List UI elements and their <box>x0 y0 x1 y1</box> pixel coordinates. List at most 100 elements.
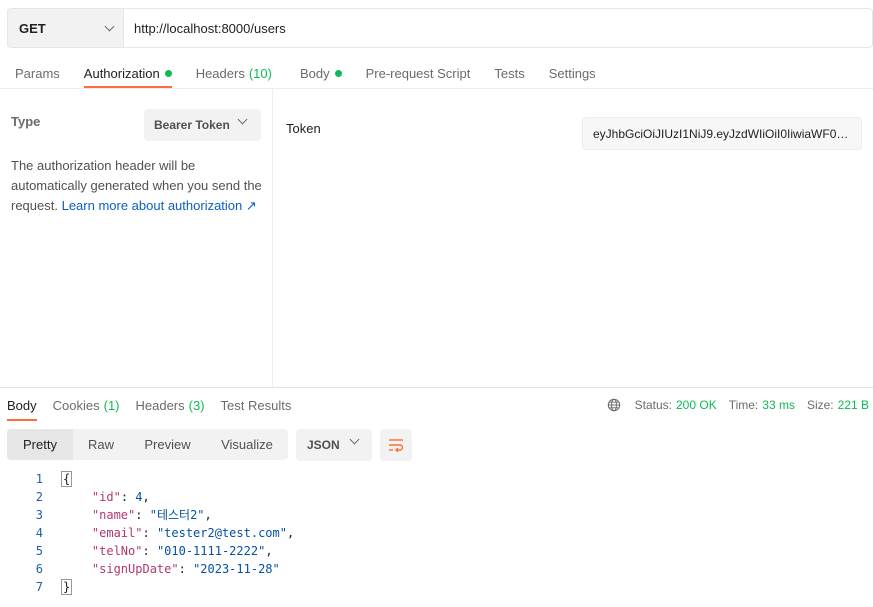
json-punctuation: : <box>135 508 150 522</box>
code-text: "telNo": "010-1111-2222", <box>63 542 273 560</box>
tab-settings[interactable]: Settings <box>549 58 596 88</box>
json-punctuation: } <box>61 579 73 595</box>
json-punctuation <box>63 562 92 576</box>
view-pretty-button[interactable]: Pretty <box>7 429 73 460</box>
url-input[interactable]: http://localhost:8000/users <box>124 9 286 47</box>
token-label: Token <box>286 121 321 136</box>
tab-label: Authorization <box>83 65 160 81</box>
view-visualize-button[interactable]: Visualize <box>206 429 288 460</box>
tab-label: Settings <box>548 65 596 81</box>
json-string: "010-1111-2222" <box>156 544 266 558</box>
json-punctuation <box>63 544 92 558</box>
tab-label: Params <box>15 65 60 81</box>
code-text: "email": "tester2@test.com", <box>63 524 294 542</box>
tab-label: Headers <box>195 65 245 81</box>
tab-label: Tests <box>494 65 525 81</box>
token-input[interactable]: eyJhbGciOiJIUzI1NiJ9.eyJzdWIiOiI0IiwiaWF… <box>582 117 862 150</box>
code-text: } <box>61 578 73 596</box>
tab-pre-request-script[interactable]: Pre-request Script <box>366 58 471 88</box>
line-number: 6 <box>35 562 43 576</box>
wrap-lines-icon <box>389 439 404 452</box>
code-line: 1{ <box>0 470 873 488</box>
json-punctuation: : <box>142 526 157 540</box>
response-tab-body[interactable]: Body <box>7 392 37 421</box>
tab-params[interactable]: Params <box>15 58 60 88</box>
auth-token-pane: Token eyJhbGciOiJIUzI1NiJ9.eyJzdWIiOiI0I… <box>274 89 873 387</box>
json-punctuation: : <box>178 562 194 576</box>
tab-count: (1) <box>103 398 120 413</box>
chevron-down-icon <box>237 114 248 125</box>
response-tab-test-results[interactable]: Test Results <box>221 392 292 419</box>
response-tabs: Body Cookies (1) Headers (3) Test Result… <box>0 392 291 421</box>
response-status-bar: Status: 200 OK Time: 33 ms Size: 221 B <box>607 396 869 414</box>
url-bar: GET http://localhost:8000/users <box>7 8 873 48</box>
json-string: "tester2@test.com" <box>156 526 287 540</box>
tab-count: (10) <box>248 65 272 81</box>
line-number: 7 <box>35 580 43 594</box>
code-text: "name": "테스터2", <box>63 506 212 524</box>
json-punctuation: , <box>204 508 212 522</box>
code-line: 3 "name": "테스터2", <box>0 506 873 524</box>
time-value[interactable]: 33 ms <box>762 398 795 412</box>
code-text: "id": 4, <box>63 488 150 506</box>
json-punctuation <box>63 490 92 504</box>
globe-icon[interactable] <box>607 398 621 412</box>
view-mode-group: Pretty Raw Preview Visualize <box>7 429 288 460</box>
json-key: "signUpDate" <box>91 562 179 576</box>
json-key: "name" <box>91 508 136 522</box>
status-dot-icon <box>164 69 172 77</box>
tab-authorization[interactable]: Authorization <box>83 58 172 88</box>
json-key: "id" <box>91 490 121 504</box>
line-number: 3 <box>35 508 43 522</box>
auth-type-select[interactable]: Bearer Token <box>144 109 261 141</box>
code-text: "signUpDate": "2023-11-28" <box>63 560 280 578</box>
tab-label: Headers <box>135 398 185 413</box>
wrap-lines-button[interactable] <box>380 429 412 461</box>
json-string: "2023-11-28" <box>193 562 280 576</box>
format-select[interactable]: JSON <box>296 429 372 461</box>
size-value[interactable]: 221 B <box>838 398 869 412</box>
view-raw-button[interactable]: Raw <box>73 429 129 460</box>
code-text: { <box>61 470 73 488</box>
chevron-down-icon <box>104 21 115 31</box>
response-divider <box>0 387 873 388</box>
tab-label: Pre-request Script <box>365 65 471 81</box>
learn-more-link[interactable]: Learn more about authorization ↗ <box>62 198 257 213</box>
tab-label: Test Results <box>220 398 292 413</box>
auth-type-pane: Type Bearer Token The authorization head… <box>0 89 273 387</box>
tab-headers[interactable]: Headers (10) <box>196 58 272 88</box>
response-body-code[interactable]: 1{2 "id": 4, 3 "name": "테스터2", 4 "email": … <box>0 470 873 596</box>
response-tab-headers[interactable]: Headers (3) <box>136 392 205 419</box>
method-select[interactable]: GET <box>8 9 124 47</box>
json-punctuation: , <box>286 526 295 540</box>
code-line: 6 "signUpDate": "2023-11-28" <box>0 560 873 578</box>
tab-count: (3) <box>188 398 205 413</box>
json-string: "테스터2" <box>149 508 205 522</box>
type-label: Type <box>11 114 41 129</box>
code-line: 7} <box>0 578 873 596</box>
json-punctuation: , <box>265 544 273 558</box>
code-line: 2 "id": 4, <box>0 488 873 506</box>
view-preview-button[interactable]: Preview <box>129 429 206 460</box>
request-tabs: Params Authorization Headers (10) Body P… <box>0 58 596 88</box>
auth-description: The authorization header will be automat… <box>11 156 266 216</box>
tab-body[interactable]: Body <box>300 58 342 88</box>
auth-type-value: Bearer Token <box>154 118 230 132</box>
status-value[interactable]: 200 OK <box>676 398 717 412</box>
size-label: Size: <box>806 398 834 412</box>
tab-label: Body <box>299 65 330 81</box>
status-dot-icon <box>334 69 342 77</box>
tab-tests[interactable]: Tests <box>494 58 524 88</box>
status-label: Status: <box>634 398 672 412</box>
line-number: 1 <box>35 472 43 486</box>
token-value: eyJhbGciOiJIUzI1NiJ9.eyJzdWIiOiI0IiwiaWF… <box>593 126 851 141</box>
format-value: JSON <box>307 438 340 452</box>
json-punctuation: : <box>120 490 136 504</box>
json-punctuation: { <box>61 471 73 487</box>
response-tab-cookies[interactable]: Cookies (1) <box>53 392 120 419</box>
code-line: 5 "telNo": "010-1111-2222", <box>0 542 873 560</box>
json-punctuation <box>63 508 92 522</box>
time-label: Time: <box>728 398 759 412</box>
line-number: 2 <box>35 490 43 504</box>
json-punctuation: : <box>142 544 157 558</box>
